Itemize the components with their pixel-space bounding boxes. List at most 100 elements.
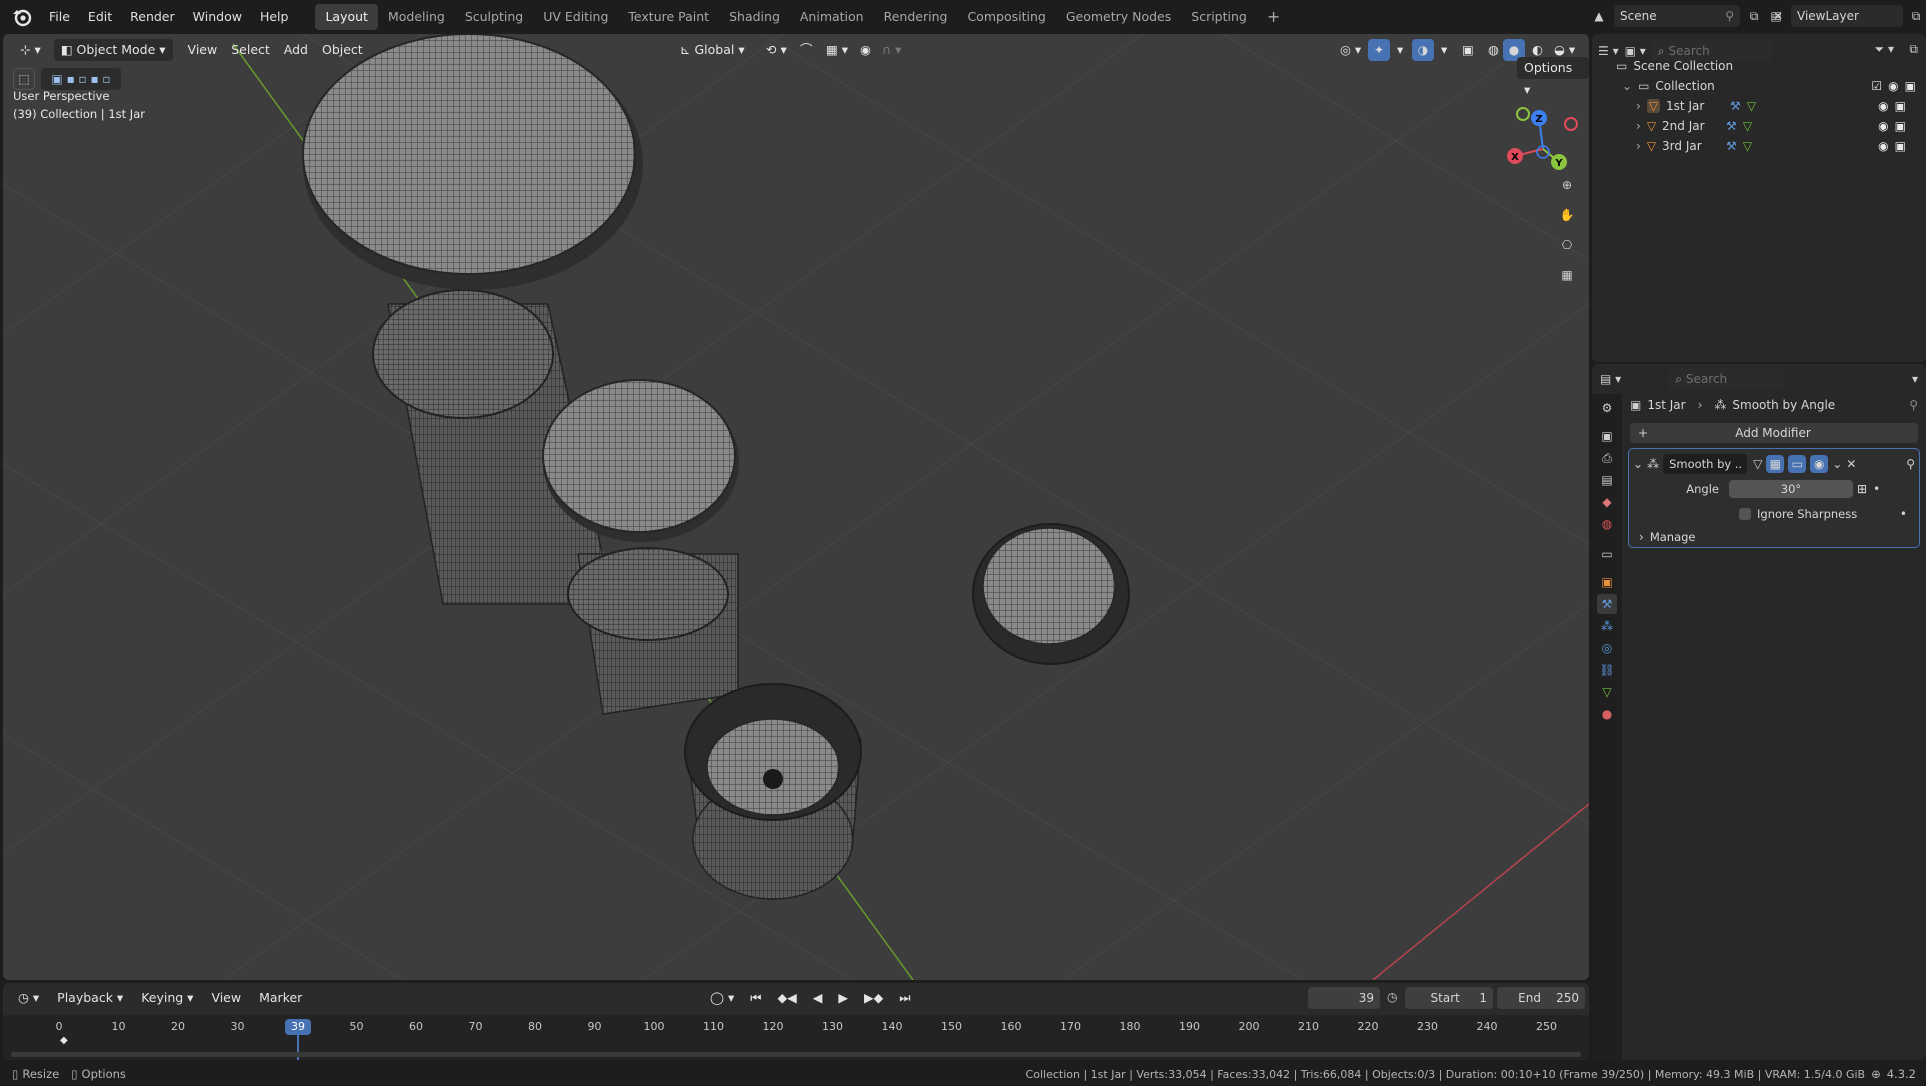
menu-window[interactable]: Window xyxy=(184,4,251,30)
start-frame-field[interactable]: Start 1 xyxy=(1405,987,1493,1009)
add-workspace-button[interactable]: + xyxy=(1257,4,1290,30)
manage-subpanel-header[interactable]: › Manage xyxy=(1639,527,1696,547)
properties-editor-icon[interactable]: ▤ ▾ xyxy=(1600,372,1621,386)
eye-icon[interactable]: ◉ xyxy=(1878,139,1888,153)
select-box-mode-icon[interactable]: ▣ ▪ ▫ ▪ ▫ xyxy=(41,68,121,90)
outliner-object-row[interactable]: › ▽ 2nd Jar ⚒ ▽ ◉ ▣ xyxy=(1636,116,1926,136)
prev-keyframe-icon[interactable]: ◆◀ xyxy=(771,987,804,1009)
mesh-data-icon[interactable]: ▽ xyxy=(1743,119,1752,133)
menu-render[interactable]: Render xyxy=(121,4,184,30)
close-icon[interactable]: ✕ xyxy=(1846,457,1856,471)
camera-icon[interactable]: ▣ xyxy=(1905,79,1916,93)
object-mode-dropdown[interactable]: ◧ Object Mode ▾ xyxy=(53,39,173,61)
scene-icon[interactable]: ▲ xyxy=(1588,9,1610,23)
chevron-right-icon[interactable]: › xyxy=(1636,119,1641,133)
overlay-dropdown-icon[interactable]: ▾ xyxy=(1434,39,1454,61)
gizmo-toggle-icon[interactable]: ✦ xyxy=(1368,39,1390,61)
camera-icon[interactable]: ▣ xyxy=(1895,99,1906,113)
timeline-editor-icon[interactable]: ◷ ▾ xyxy=(11,987,46,1009)
material-tab-icon[interactable]: ● xyxy=(1597,704,1617,724)
modifier-name-field[interactable]: Smooth by ... xyxy=(1663,454,1748,474)
menu-select[interactable]: Select xyxy=(224,39,277,61)
current-frame-field[interactable]: 39 xyxy=(1308,987,1380,1009)
view-layer-tab-icon[interactable]: ▤ xyxy=(1597,470,1617,490)
view-layer-field[interactable]: ViewLayer xyxy=(1791,5,1903,27)
tab-rendering[interactable]: Rendering xyxy=(874,4,958,30)
mesh-data-icon[interactable]: ▽ xyxy=(1747,99,1756,113)
node-socket-icon[interactable]: ⊞ xyxy=(1857,482,1867,496)
output-tab-icon[interactable]: ⎙ xyxy=(1597,448,1617,468)
outliner-object-row[interactable]: › ▽ 1st Jar ⚒ ▽ ◉ ▣ xyxy=(1636,96,1926,116)
menu-view[interactable]: View xyxy=(181,39,225,61)
modifier-wrench-icon[interactable]: ⚒ xyxy=(1726,119,1737,133)
new-scene-icon[interactable]: ⧉ xyxy=(1744,9,1764,24)
exclude-checkbox-icon[interactable]: ☑ xyxy=(1871,79,1882,93)
world-tab-icon[interactable]: ◍ xyxy=(1597,514,1617,534)
menu-timeline-view[interactable]: View xyxy=(204,987,248,1009)
neg-y-axis-icon[interactable] xyxy=(1516,107,1530,121)
tab-layout[interactable]: Layout xyxy=(315,4,378,30)
navigation-gizmo[interactable]: Z X Y xyxy=(1503,104,1583,184)
edit-mode-toggle-icon[interactable]: ▽ xyxy=(1753,457,1762,471)
menu-help[interactable]: Help xyxy=(251,4,298,30)
visibility-icon[interactable]: ◎ ▾ xyxy=(1333,39,1368,61)
pin-icon[interactable]: ⚲ xyxy=(1909,398,1918,412)
ignore-sharpness-checkbox[interactable] xyxy=(1739,508,1751,520)
select-tool-icon[interactable]: ⬚ xyxy=(13,68,35,90)
viewport-options-button[interactable]: Options ▾ xyxy=(1517,57,1589,97)
modifier-wrench-icon[interactable]: ⚒ xyxy=(1730,99,1741,113)
chevron-down-icon[interactable]: ⌄ xyxy=(1633,457,1643,471)
pin-icon[interactable]: ⚲ xyxy=(1906,457,1915,471)
scene-field[interactable]: Scene ⚲ xyxy=(1614,5,1740,27)
new-view-layer-icon[interactable]: ⧉ xyxy=(1907,9,1925,24)
chevron-down-icon[interactable]: ⌄ xyxy=(1832,457,1842,471)
modifier-tab-icon[interactable]: ⚒ xyxy=(1597,594,1617,614)
gizmo-dropdown-icon[interactable]: ▾ xyxy=(1390,39,1410,61)
tool-tab-icon[interactable]: ⚙ xyxy=(1597,398,1617,418)
menu-keying[interactable]: Keying ▾ xyxy=(134,987,200,1009)
jar-3[interactable] xyxy=(684,683,862,900)
camera-view-icon[interactable]: ⎔ xyxy=(1556,234,1578,256)
snap-target-icon[interactable]: ▦ ▾ xyxy=(819,39,855,61)
editor-type-icon[interactable]: ⊹ ▾ xyxy=(13,39,48,61)
playhead-frame-badge[interactable]: 39 xyxy=(285,1019,311,1035)
auto-keying-icon[interactable]: ◯ ▾ xyxy=(703,987,741,1009)
menu-add[interactable]: Add xyxy=(277,39,315,61)
pin-icon[interactable]: ⚲ xyxy=(1725,9,1734,23)
blender-logo-icon[interactable] xyxy=(10,5,34,29)
neg-x-axis-icon[interactable] xyxy=(1564,117,1578,131)
new-collection-icon[interactable]: ⧉ xyxy=(1909,42,1918,57)
render-toggle-icon[interactable]: ◉ xyxy=(1810,455,1829,473)
camera-icon[interactable]: ▣ xyxy=(1895,139,1906,153)
scene-tab-icon[interactable]: ◆ xyxy=(1597,492,1617,512)
timeline-track[interactable]: 0 10 20 30 50 60 70 80 90 100 110 120 130 140 150 160 17… xyxy=(3,1015,1589,1060)
overlay-toggle-icon[interactable]: ◑ xyxy=(1412,39,1434,61)
ignore-sharpness-label[interactable]: Ignore Sharpness xyxy=(1757,507,1857,521)
viewport-toggle-icon[interactable]: ▭ xyxy=(1788,455,1807,473)
angle-field[interactable]: 30° xyxy=(1729,480,1853,498)
loose-lid[interactable] xyxy=(972,523,1130,665)
keyframe-dot-icon[interactable]: • xyxy=(1873,482,1880,496)
3d-viewport[interactable]: ⊹ ▾ ◧ Object Mode ▾ View Select Add Obje… xyxy=(3,34,1589,980)
tab-animation[interactable]: Animation xyxy=(790,4,874,30)
data-tab-icon[interactable]: ▽ xyxy=(1597,682,1617,702)
physics-tab-icon[interactable]: ◎ xyxy=(1597,638,1617,658)
constraints-tab-icon[interactable]: ⛓ xyxy=(1597,660,1617,680)
camera-icon[interactable]: ▣ xyxy=(1895,119,1906,133)
keyframe-dot-icon[interactable]: • xyxy=(1900,507,1907,521)
tab-compositing[interactable]: Compositing xyxy=(957,4,1055,30)
timeline-scrollbar[interactable] xyxy=(11,1052,1581,1057)
chevron-down-icon[interactable]: ⌄ xyxy=(1622,79,1632,93)
jump-end-icon[interactable]: ⏭ xyxy=(892,987,917,1009)
play-icon[interactable]: ▶ xyxy=(831,987,855,1009)
tab-texture-paint[interactable]: Texture Paint xyxy=(618,4,719,30)
end-frame-field[interactable]: End 250 xyxy=(1497,987,1585,1009)
tab-scripting[interactable]: Scripting xyxy=(1181,4,1257,30)
eye-icon[interactable]: ◉ xyxy=(1888,79,1898,93)
snap-icon[interactable]: ⌒ xyxy=(793,39,820,61)
play-reverse-icon[interactable]: ◀ xyxy=(806,987,830,1009)
transform-orientation-dropdown[interactable]: ⊾ Global ▾ xyxy=(673,39,752,61)
menu-marker[interactable]: Marker xyxy=(252,987,309,1009)
chevron-right-icon[interactable]: › xyxy=(1636,99,1641,113)
chevron-right-icon[interactable]: › xyxy=(1636,139,1641,153)
